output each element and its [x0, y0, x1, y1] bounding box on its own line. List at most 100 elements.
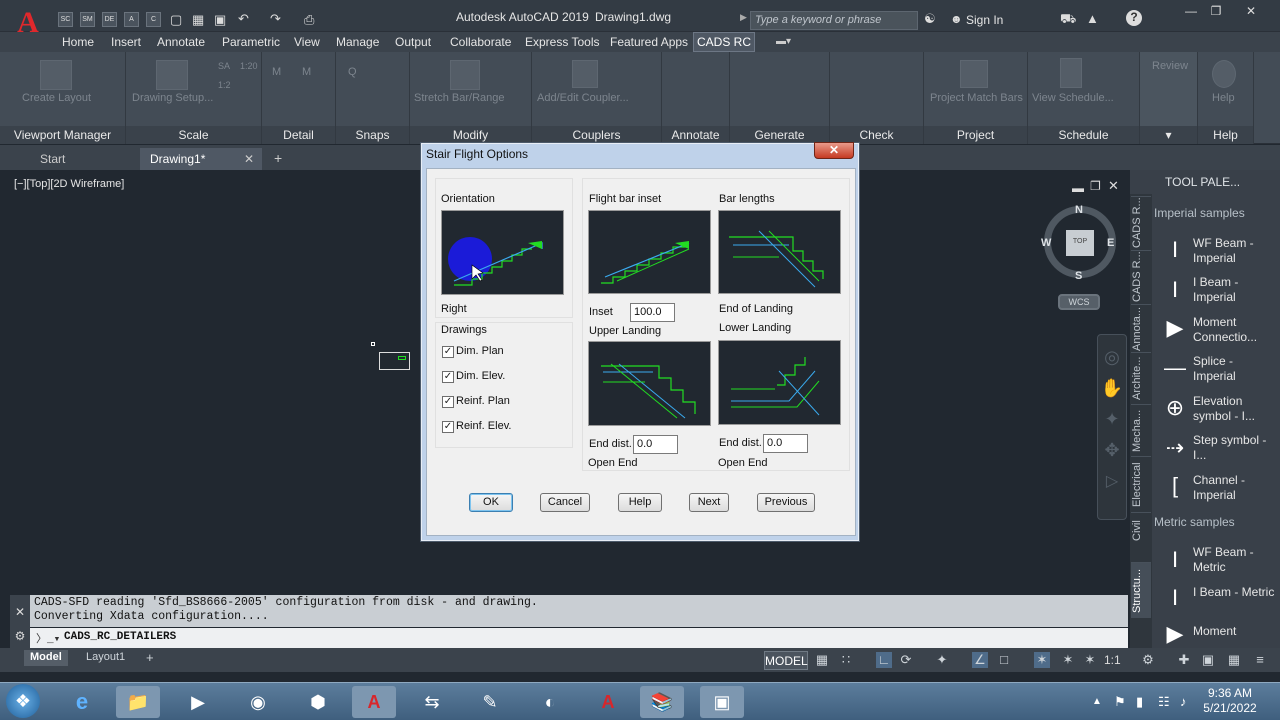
palette-tab-annotation[interactable]: Annota...	[1131, 304, 1151, 352]
dim-plan-label[interactable]: Dim. Plan	[456, 345, 504, 357]
help-icon[interactable]: ?	[1126, 10, 1142, 26]
pan-icon[interactable]: ✋	[1098, 378, 1126, 399]
palette-tab-civil[interactable]: Civil	[1131, 512, 1151, 548]
fullscreen-icon[interactable]: ▦	[1226, 652, 1242, 668]
start-button[interactable]: ❖	[6, 684, 40, 718]
palette-tab-cads-1[interactable]: CADS R...	[1131, 196, 1151, 248]
quick-access-c[interactable]: C	[146, 12, 161, 27]
ie-icon[interactable]: e	[60, 686, 104, 718]
binoculars-icon[interactable]: ☯	[924, 11, 936, 27]
tool-wf-beam-imperial[interactable]: WF Beam - Imperial	[1193, 236, 1278, 266]
expand-arrow-icon[interactable]: ▶	[740, 12, 747, 23]
help-button[interactable]: Help	[618, 493, 662, 512]
workspace-gear-icon[interactable]: ⚙	[1140, 652, 1156, 668]
auto-scale-icon[interactable]: ✶	[1082, 652, 1098, 668]
tab-cads-rc[interactable]: CADS RC	[693, 32, 755, 52]
sign-in-link[interactable]: Sign In	[966, 13, 1003, 27]
isodraft-icon[interactable]: ✦	[934, 652, 950, 668]
scale-12-button[interactable]: 1:2	[218, 80, 231, 90]
scale-sa-button[interactable]: SA	[218, 61, 230, 71]
new-file-icon[interactable]: ▢	[170, 12, 182, 28]
compass-north[interactable]: N	[1075, 204, 1083, 216]
snap-icon[interactable]: ∷	[838, 652, 854, 668]
inset-input[interactable]: 100.0	[630, 303, 675, 322]
isolate-icon[interactable]: ▣	[1200, 652, 1216, 668]
tray-expand-icon[interactable]: ▲	[1092, 696, 1102, 707]
tool-elevation-symbol[interactable]: Elevation symbol - I...	[1193, 394, 1278, 424]
reinf-elev-label[interactable]: Reinf. Elev.	[456, 420, 511, 432]
tab-layout1[interactable]: Layout1	[80, 650, 131, 666]
create-layout-button[interactable]: Create Layout	[22, 92, 91, 104]
tab-collaborate[interactable]: Collaborate	[450, 35, 511, 49]
explorer-icon[interactable]: 📁	[116, 686, 160, 718]
tool-splice-imperial[interactable]: Splice - Imperial	[1193, 354, 1278, 384]
polar-icon[interactable]: ⟳	[898, 652, 914, 668]
cancel-button[interactable]: Cancel	[540, 493, 590, 512]
tab-start[interactable]: Start	[30, 148, 75, 170]
lower-end-dist-input[interactable]: 0.0	[763, 434, 808, 453]
flight-bar-inset-preview[interactable]	[588, 210, 711, 294]
viewport-controls[interactable]: [−][Top][2D Wireframe]	[14, 178, 124, 190]
command-input[interactable]: 〉_▾ CADS_RC_DETAILERS	[30, 628, 1128, 648]
save-icon[interactable]: ▣	[214, 12, 226, 28]
teamviewer-icon[interactable]: ⇆	[410, 686, 454, 718]
grid-icon[interactable]: ▦	[814, 652, 830, 668]
tab-insert[interactable]: Insert	[111, 35, 141, 49]
undo-icon[interactable]: ↶	[238, 11, 249, 27]
navigation-bar[interactable]: ◎ ✋ ✦ ✥ ▷	[1097, 334, 1127, 520]
open-folder-icon[interactable]: ▦	[192, 12, 204, 28]
tab-express-tools[interactable]: Express Tools	[525, 35, 599, 49]
tab-model[interactable]: Model	[24, 650, 68, 666]
tool-i-beam-imperial[interactable]: I Beam - Imperial	[1193, 275, 1278, 305]
osnap-icon[interactable]: ∠	[972, 652, 988, 668]
add-tab-button[interactable]: +	[264, 148, 292, 170]
next-button[interactable]: Next	[689, 493, 729, 512]
orientation-preview[interactable]	[441, 210, 564, 295]
zoom-icon[interactable]: ✦	[1098, 409, 1126, 430]
annotation-scale[interactable]: 1:1	[1104, 653, 1121, 667]
minimize-icon[interactable]: —	[1180, 4, 1202, 20]
app-cube-icon[interactable]: ⬢	[296, 686, 340, 718]
bar-lengths-preview[interactable]	[718, 210, 841, 294]
group-label[interactable]: Help	[1198, 126, 1253, 144]
exchange-icon[interactable]: ▲	[1086, 11, 1099, 26]
tab-drawing1[interactable]: Drawing1* ✕	[140, 148, 262, 170]
lineweight-icon[interactable]: □	[996, 652, 1012, 668]
palette-tab-architectural[interactable]: Archite...	[1131, 352, 1151, 404]
lower-landing-preview[interactable]	[718, 340, 841, 425]
wcs-menu[interactable]: WCS	[1058, 294, 1100, 310]
quick-access-a[interactable]: A	[124, 12, 139, 27]
previous-button[interactable]: Previous	[757, 493, 815, 512]
tool-moment-connection[interactable]: Moment Connectio...	[1193, 315, 1278, 345]
quick-access-sm[interactable]: SM	[80, 12, 95, 27]
group-label[interactable]: Scale	[126, 126, 261, 144]
tray-battery-icon[interactable]: ▮	[1136, 694, 1143, 710]
detail-m-button[interactable]: M	[272, 66, 281, 78]
project-match-bars-button[interactable]: Project Match Bars	[930, 92, 1023, 104]
viewcube-top[interactable]: TOP	[1066, 230, 1094, 256]
command-line-handle[interactable]: ✕ ⚙	[10, 595, 30, 648]
tab-parametric[interactable]: Parametric	[222, 35, 280, 49]
palette-tab-structural[interactable]: Structu...	[1131, 562, 1151, 618]
tool-wf-beam-metric[interactable]: WF Beam - Metric	[1193, 545, 1278, 575]
dim-plan-checkbox[interactable]: ✓	[442, 346, 454, 358]
search-input[interactable]: Type a keyword or phrase	[750, 11, 918, 30]
reinf-elev-checkbox[interactable]: ✓	[442, 421, 454, 433]
dialog-close-button[interactable]: ✕	[814, 142, 854, 159]
review-button[interactable]: Review	[1152, 60, 1188, 72]
palette-tab-electrical[interactable]: Electrical	[1131, 456, 1151, 512]
cart-icon[interactable]: ⛟	[1060, 11, 1076, 29]
tab-featured-apps[interactable]: Featured Apps	[610, 35, 688, 49]
drawing-setup-button[interactable]: Drawing Setup...	[132, 92, 213, 104]
ortho-icon[interactable]: ∟	[876, 652, 892, 668]
restore-icon[interactable]: ❐	[1205, 4, 1227, 20]
model-space-button[interactable]: MODEL	[764, 651, 808, 670]
add-edit-coupler-button[interactable]: Add/Edit Coupler...	[537, 92, 629, 104]
chrome-icon[interactable]: ◉	[236, 686, 280, 718]
scale-120-button[interactable]: 1:20	[240, 61, 258, 71]
tab-view[interactable]: View	[294, 35, 320, 49]
quick-access-de[interactable]: DE	[102, 12, 117, 27]
reinf-plan-label[interactable]: Reinf. Plan	[456, 395, 510, 407]
group-label[interactable]: Snaps	[336, 126, 409, 144]
ok-button[interactable]: OK	[469, 493, 513, 512]
